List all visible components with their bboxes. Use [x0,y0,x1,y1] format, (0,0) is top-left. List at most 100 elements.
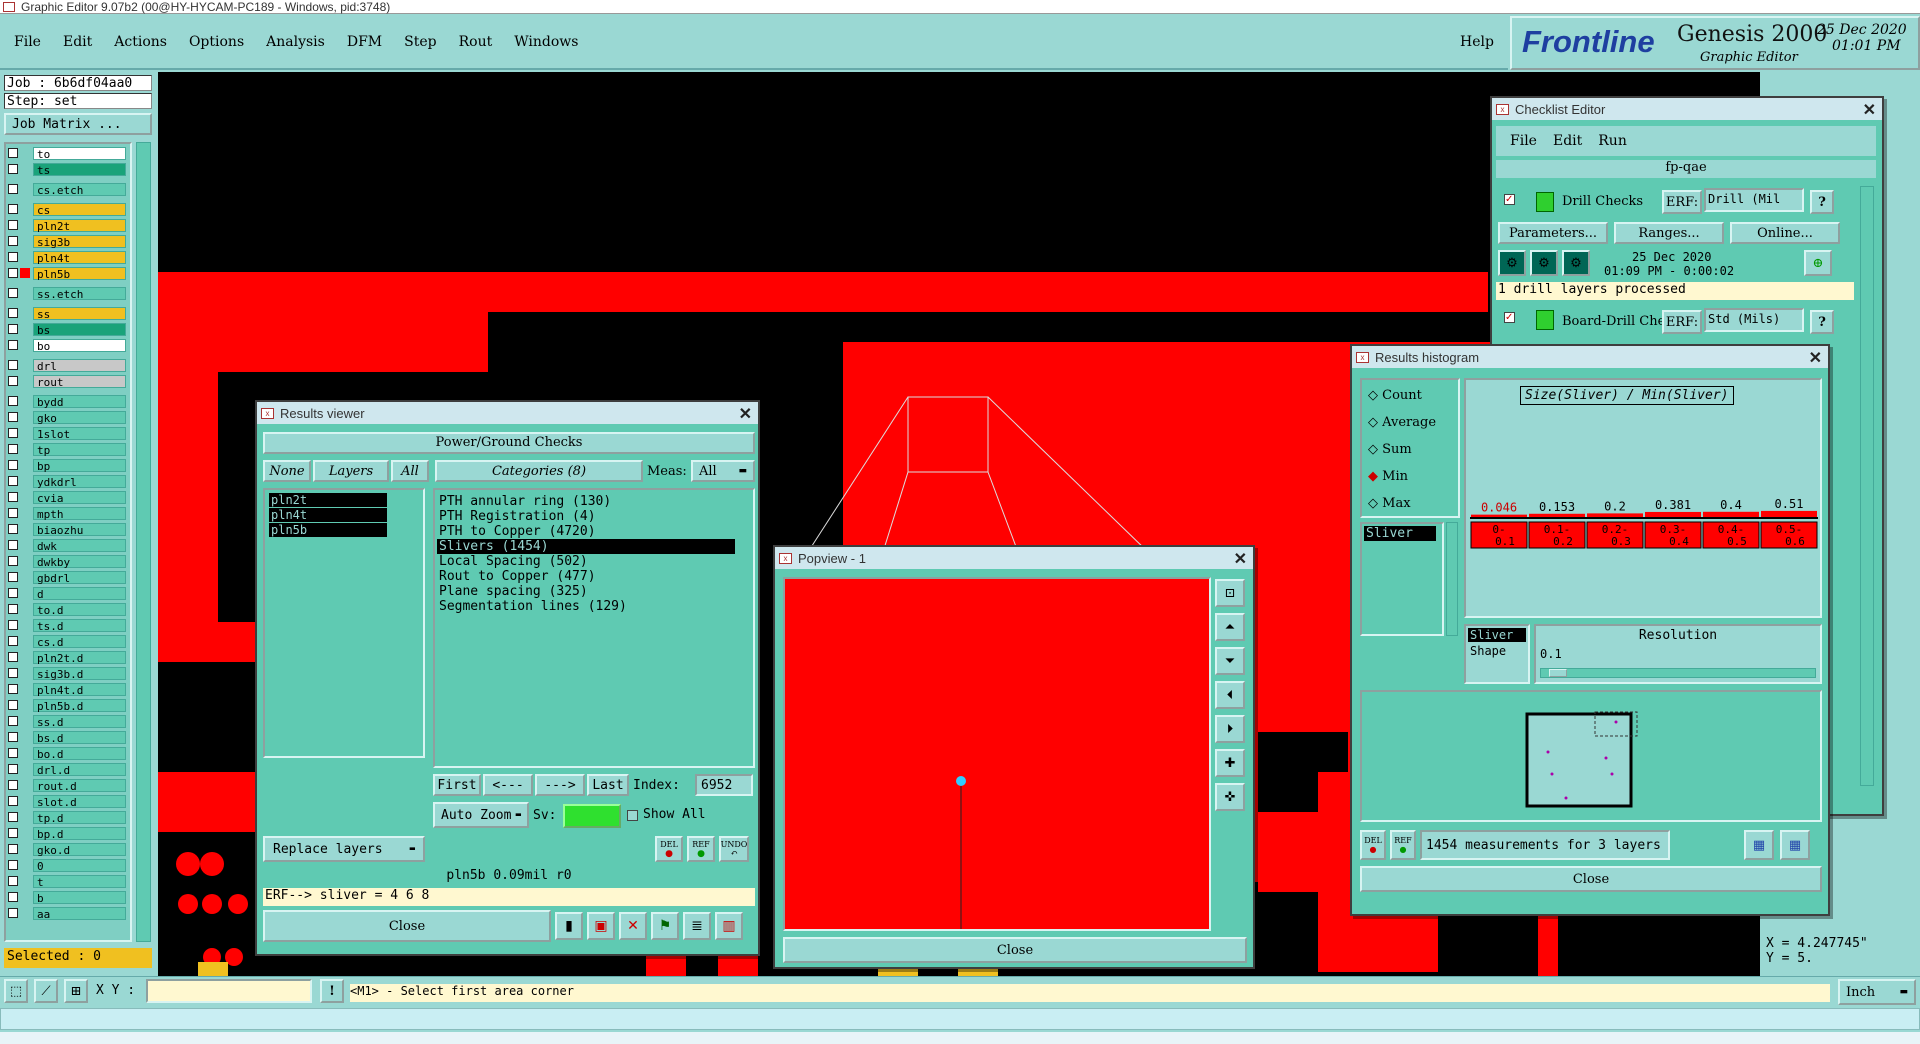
layer-affected-checkbox[interactable] [8,684,18,694]
stat-average[interactable]: ◇ Average [1368,415,1436,430]
layer-affected-checkbox[interactable] [8,876,18,886]
close-icon[interactable]: ✕ [1809,348,1822,368]
layer-row[interactable]: aa [8,906,126,921]
layer-color-swatch[interactable] [20,148,30,158]
layer-row[interactable]: bs [8,322,126,337]
layer-affected-checkbox[interactable] [8,540,18,550]
menu-dfm[interactable]: DFM [347,34,382,50]
parameters-button[interactable]: Parameters... [1498,222,1608,244]
layer-affected-checkbox[interactable] [8,860,18,870]
list-scrollbar[interactable] [1446,522,1458,636]
layer-color-swatch[interactable] [20,588,30,598]
check2-erf-field[interactable]: Std (Mils) [1704,308,1804,332]
category-item[interactable]: Local Spacing (502) [437,554,735,569]
hist-ref-button[interactable]: REF ● [1390,830,1416,860]
layer-row[interactable]: bs.d [8,730,126,745]
layer-row[interactable]: gbdrl [8,570,126,585]
export-icon[interactable]: ▦ [1744,830,1774,860]
layer-row[interactable]: cs.d [8,634,126,649]
zoom-in-icon[interactable]: ✚ [1215,749,1245,777]
layer-row[interactable]: mpth [8,506,126,521]
layer-color-swatch[interactable] [20,908,30,918]
layer-color-swatch[interactable] [20,540,30,550]
layer-affected-checkbox[interactable] [8,556,18,566]
layer-affected-checkbox[interactable] [8,780,18,790]
all-button[interactable]: All [391,460,429,482]
layer-row[interactable]: ss.etch [8,286,126,301]
layer-color-swatch[interactable] [20,508,30,518]
layer-row[interactable]: bo.d [8,746,126,761]
layer-affected-checkbox[interactable] [8,700,18,710]
stat-count[interactable]: ◇ Count [1368,388,1422,403]
severity-select[interactable] [563,804,621,828]
layer-row[interactable]: drl.d [8,762,126,777]
menu-rout[interactable]: Rout [459,34,493,50]
next-button[interactable]: ---> [535,774,585,796]
menu-file[interactable]: File [14,34,41,50]
layer-color-swatch[interactable] [20,524,30,534]
layer-color-swatch[interactable] [20,360,30,370]
show-all-checkbox[interactable] [627,810,638,821]
layer-color-swatch[interactable] [20,684,30,694]
menu-help[interactable]: Help [1460,34,1494,50]
layer-row[interactable]: ss [8,306,126,321]
layer-color-swatch[interactable] [20,164,30,174]
first-button[interactable]: First [433,774,481,796]
view-icon[interactable]: ▣ [587,912,615,940]
layer-color-swatch[interactable] [20,876,30,886]
layer-affected-checkbox[interactable] [8,360,18,370]
layer-color-swatch[interactable] [20,732,30,742]
close-icon[interactable]: ✕ [1234,549,1247,569]
layer-color-swatch[interactable] [20,340,30,350]
zoom-home-icon[interactable]: ⊡ [1215,579,1245,607]
slider-thumb[interactable] [1549,669,1567,677]
layer-color-swatch[interactable] [20,428,30,438]
category-item[interactable]: Segmentation lines (129) [437,599,735,614]
layer-affected-checkbox[interactable] [8,636,18,646]
layer-color-swatch[interactable] [20,556,30,566]
menu-windows[interactable]: Windows [514,34,578,50]
layer-row[interactable]: bp [8,458,126,473]
category-item[interactable]: Slivers (1454) [437,539,735,554]
layer-row[interactable]: pln5b.d [8,698,126,713]
category-item[interactable]: PTH annular ring (130) [437,494,735,509]
layer-row[interactable]: tp.d [8,810,126,825]
menu-edit[interactable]: Edit [63,34,92,50]
layer-row[interactable]: pln2t.d [8,650,126,665]
histogram-close-button[interactable]: Close [1360,866,1822,892]
category-item[interactable]: Rout to Copper (477) [437,569,735,584]
rv-layer-item[interactable]: pln2t [269,493,387,507]
layer-affected-checkbox[interactable] [8,668,18,678]
units-select[interactable]: Inch ▬ [1838,979,1916,1005]
pan-down-icon[interactable]: ⏷ [1215,647,1245,675]
histogram-bar[interactable] [1761,510,1817,518]
run-all-icon[interactable]: ⚙ [1530,250,1558,276]
list-item-sliver[interactable]: Sliver [1364,526,1436,541]
rv-layer-item[interactable]: pln5b [269,523,387,537]
layer-color-swatch[interactable] [20,236,30,246]
layer-affected-checkbox[interactable] [8,572,18,582]
layer-row[interactable]: to.d [8,602,126,617]
layer-affected-checkbox[interactable] [8,236,18,246]
layer-affected-checkbox[interactable] [8,524,18,534]
layer-row[interactable]: cvia [8,490,126,505]
hist-del-button[interactable]: DEL ● [1360,830,1386,860]
layer-color-swatch[interactable] [20,476,30,486]
grid-tool-icon[interactable]: ⊞ [64,979,88,1003]
layer-affected-checkbox[interactable] [8,164,18,174]
layer-affected-checkbox[interactable] [8,184,18,194]
layer-color-swatch[interactable] [20,268,30,278]
layer-color-swatch[interactable] [20,492,30,502]
auto-zoom-select[interactable]: Auto Zoom ▬ [433,802,529,828]
layer-row[interactable]: ts.d [8,618,126,633]
meas-select[interactable]: All ▬ [691,460,755,482]
layer-row[interactable]: ts [8,162,126,177]
layer-row[interactable]: rout.d [8,778,126,793]
layer-row[interactable]: to [8,146,126,161]
layer-row[interactable]: ydkdrl [8,474,126,489]
layer-affected-checkbox[interactable] [8,604,18,614]
layer-affected-checkbox[interactable] [8,444,18,454]
xy-input[interactable] [146,979,312,1003]
question-icon[interactable]: ? [1810,310,1834,334]
layer-row[interactable]: drl [8,358,126,373]
